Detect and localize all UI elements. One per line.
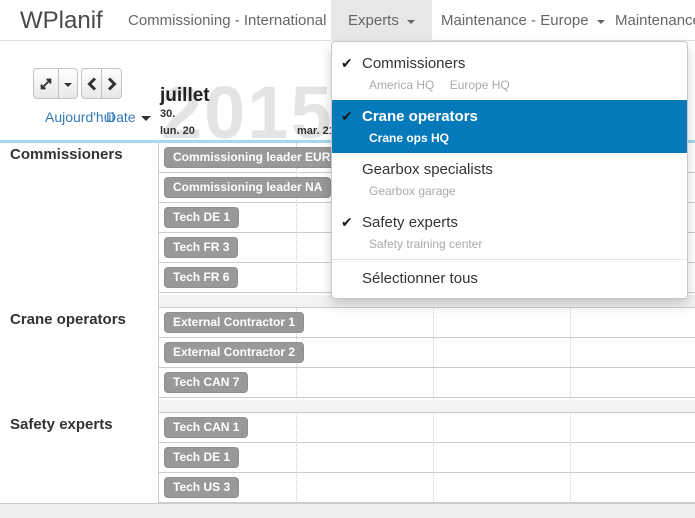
group-label-commissioners: Commissioners <box>10 146 123 163</box>
resource-badge: Tech FR 6 <box>164 267 238 288</box>
resource-badge: Tech DE 1 <box>164 447 239 468</box>
date-dropdown-link[interactable]: Date <box>106 109 151 125</box>
expand-view-button[interactable] <box>33 68 59 99</box>
dropdown-item-crane-operators[interactable]: ✔ Crane operators Crane ops HQ <box>332 100 687 153</box>
check-icon: ✔ <box>341 109 353 125</box>
sublabel: Gearbox garage <box>369 184 456 198</box>
dropdown-item-gearbox-specialists[interactable]: Gearbox specialists Gearbox garage <box>332 153 687 206</box>
schedule-row[interactable]: Tech DE 1 <box>159 443 695 473</box>
expand-arrows-icon <box>39 77 53 91</box>
dropdown-item-sublabels: Gearbox garage <box>362 184 677 198</box>
view-button-group <box>33 68 78 99</box>
sublabel: America HQ <box>369 78 434 92</box>
next-button[interactable] <box>101 68 122 99</box>
dropdown-item-label: Crane operators <box>362 108 677 126</box>
day-column-header: mar. 21 <box>297 125 335 137</box>
nav-item-label: Maintenance - <box>615 12 695 29</box>
date-nav-button-group <box>81 68 122 99</box>
dropdown-item-label: Commissioners <box>362 55 677 73</box>
chevron-right-icon <box>107 77 117 91</box>
resource-badge: External Contractor 2 <box>164 342 304 363</box>
view-options-button[interactable] <box>58 68 78 99</box>
sublabel: Europe HQ <box>450 78 510 92</box>
sublabel: Crane ops HQ <box>369 131 449 145</box>
chevron-left-icon <box>87 77 97 91</box>
month-title: juillet <box>160 85 210 107</box>
resource-badge: Tech US 3 <box>164 477 239 498</box>
group-separator <box>159 398 695 413</box>
schedule-row[interactable]: External Contractor 2 <box>159 338 695 368</box>
today-link-label: Aujourd'hui <box>45 109 115 125</box>
nav-item-label: Maintenance - Europe <box>441 12 589 29</box>
resource-badge: Commissioning leader EUR <box>164 147 339 168</box>
resource-badge: Tech CAN 1 <box>164 417 248 438</box>
dropdown-item-sublabels: America HQ Europe HQ <box>362 78 677 92</box>
nav-item-label: Commissioning - International <box>128 12 326 29</box>
caret-down-icon <box>141 116 151 121</box>
dropdown-item-label: Gearbox specialists <box>362 161 677 179</box>
dropdown-item-label: Safety experts <box>362 214 677 232</box>
bottom-scroll-strip <box>0 503 695 518</box>
resource-badge: Tech CAN 7 <box>164 372 248 393</box>
week-number: 30. <box>160 108 175 120</box>
sublabel: Safety training center <box>369 237 482 251</box>
day-column-header: lun. 20 <box>160 125 195 137</box>
dropdown-item-safety-experts[interactable]: ✔ Safety experts Safety training center <box>332 206 687 259</box>
previous-button[interactable] <box>81 68 102 99</box>
nav-item-maintenance-2[interactable]: Maintenance - <box>598 0 695 41</box>
resource-badge: Commissioning leader NA <box>164 177 331 198</box>
dropdown-item-commissioners[interactable]: ✔ Commissioners America HQ Europe HQ <box>332 47 687 100</box>
resource-badge: External Contractor 1 <box>164 312 304 333</box>
nav-item-experts[interactable]: Experts <box>331 0 432 41</box>
nav-item-label: Experts <box>348 12 399 29</box>
schedule-row[interactable]: Tech US 3 <box>159 473 695 503</box>
check-icon: ✔ <box>341 56 353 72</box>
nav-item-commissioning-international[interactable]: Commissioning - International <box>111 0 359 41</box>
group-label-safety-experts: Safety experts <box>10 416 113 433</box>
resource-badge: Tech FR 3 <box>164 237 238 258</box>
dropdown-select-all[interactable]: Sélectionner tous <box>332 260 687 298</box>
resource-badge: Tech DE 1 <box>164 207 239 228</box>
chevron-down-icon <box>407 20 415 24</box>
date-link-label: Date <box>106 109 136 125</box>
top-navbar: WPlanif Commissioning - International Ex… <box>0 0 695 41</box>
experts-dropdown-menu: ✔ Commissioners America HQ Europe HQ ✔ C… <box>331 41 688 299</box>
caret-down-icon <box>64 83 72 87</box>
today-link[interactable]: Aujourd'hui <box>45 109 115 125</box>
dropdown-item-sublabels: Crane ops HQ <box>362 131 677 145</box>
schedule-row[interactable]: Tech CAN 7 <box>159 368 695 398</box>
nav-item-maintenance-europe[interactable]: Maintenance - Europe <box>424 0 622 41</box>
check-icon: ✔ <box>341 215 353 231</box>
schedule-row[interactable]: Tech CAN 1 <box>159 413 695 443</box>
schedule-row[interactable]: External Contractor 1 <box>159 308 695 338</box>
group-label-crane-operators: Crane operators <box>10 311 126 328</box>
dropdown-item-sublabels: Safety training center <box>362 237 677 251</box>
app-brand[interactable]: WPlanif <box>20 7 103 35</box>
